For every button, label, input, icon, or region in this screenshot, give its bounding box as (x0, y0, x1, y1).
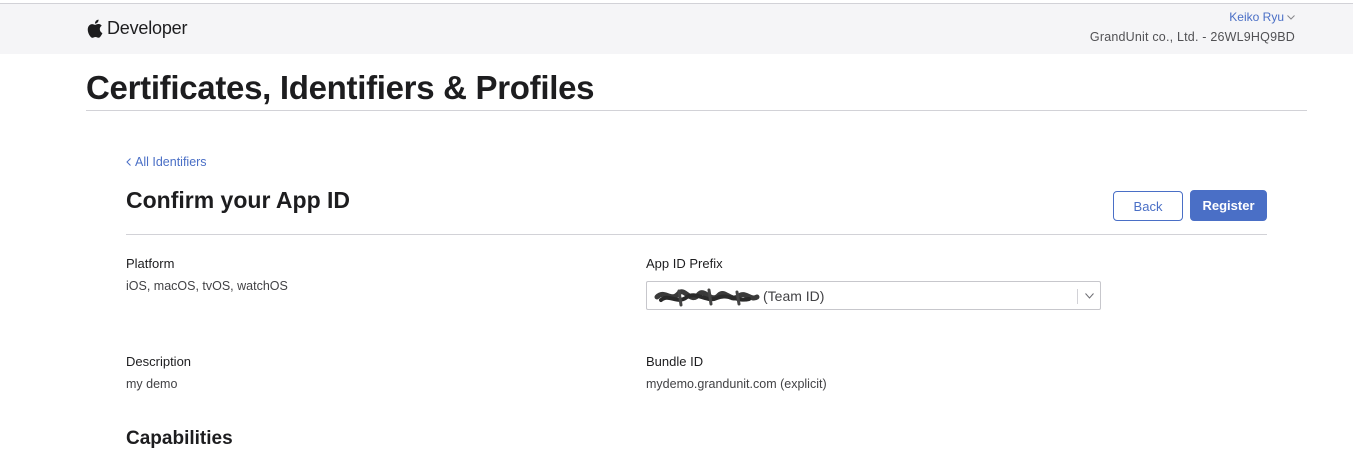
description-value: my demo (126, 377, 178, 391)
page-title: Certificates, Identifiers & Profiles (86, 69, 595, 106)
description-label: Description (126, 354, 192, 369)
global-header: Developer Keiko Ryu GrandUnit co., Ltd. … (0, 4, 1353, 54)
bundle-id-value: mydemo.grandunit.com (explicit) (646, 377, 827, 391)
apple-logo-icon (87, 19, 103, 38)
user-name: Keiko Ryu (1229, 10, 1284, 24)
register-button[interactable]: Register (1190, 190, 1267, 221)
chevron-left-icon (126, 158, 131, 166)
brand-text: Developer (107, 18, 188, 38)
back-button[interactable]: Back (1113, 191, 1183, 221)
app-id-prefix-value: (Team ID) (763, 287, 825, 304)
section-title: Confirm your App ID (126, 187, 351, 213)
app-id-prefix-label: App ID Prefix (646, 256, 723, 271)
back-link-label: All Identifiers (135, 155, 207, 169)
user-menu[interactable]: Keiko Ryu (1090, 10, 1295, 24)
account-info: Keiko Ryu GrandUnit co., Ltd. - 26WL9HQ9… (1090, 10, 1295, 44)
chevron-down-icon (1085, 293, 1094, 299)
redaction-scribble (654, 288, 760, 307)
bundle-id-label: Bundle ID (646, 354, 704, 369)
platform-label: Platform (126, 256, 175, 271)
app-id-prefix-select[interactable]: (Team ID) (646, 281, 1101, 310)
section-divider (126, 234, 1267, 235)
platform-value: iOS, macOS, tvOS, watchOS (126, 279, 288, 293)
developer-home-link[interactable]: Developer (86, 18, 187, 39)
chevron-down-icon (1287, 14, 1295, 20)
team-name: GrandUnit co., Ltd. - 26WL9HQ9BD (1089, 30, 1295, 44)
title-divider (86, 110, 1307, 111)
all-identifiers-link[interactable]: All Identifiers (126, 155, 207, 169)
select-separator (1077, 289, 1078, 304)
capabilities-title: Capabilities (126, 428, 233, 449)
